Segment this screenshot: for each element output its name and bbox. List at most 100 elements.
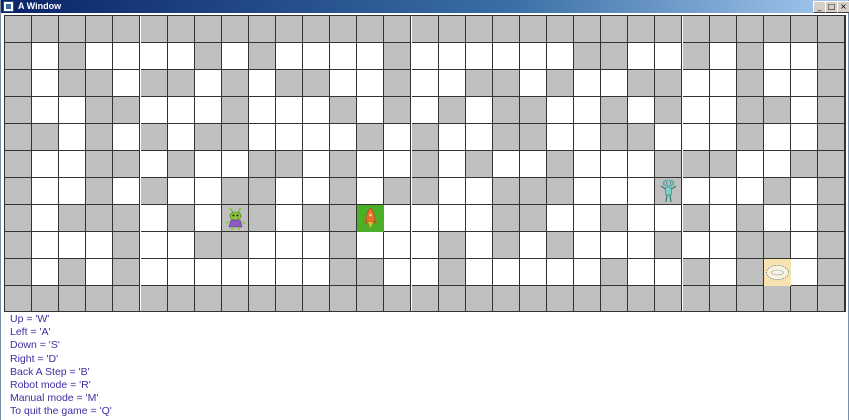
legend-down: Down = 'S': [10, 339, 60, 352]
maze-wall-cell: [492, 124, 520, 151]
maze-floor-cell: [574, 124, 602, 151]
maze-floor-cell: [59, 151, 87, 178]
maze-wall-cell: [438, 97, 466, 124]
maze-board[interactable]: [4, 15, 846, 312]
maze-wall-cell: [167, 151, 195, 178]
maze-floor-cell: [384, 151, 412, 178]
maze-wall-cell: [32, 124, 60, 151]
maze-wall-cell: [330, 151, 358, 178]
maze-wall-cell: [167, 16, 195, 43]
close-button[interactable]: ×: [837, 1, 849, 13]
maze-wall-cell: [276, 286, 304, 311]
maze-floor-cell: [709, 232, 737, 259]
maze-floor-cell: [763, 124, 791, 151]
maze-wall-cell: [167, 286, 195, 311]
maze-floor-cell: [628, 151, 656, 178]
maze-wall-cell: [655, 97, 683, 124]
maze-floor-cell: [790, 124, 818, 151]
maze-wall-cell: [601, 124, 629, 151]
maze-wall-cell: [330, 205, 358, 232]
maze-wall-cell: [140, 178, 168, 205]
maze-floor-cell: [465, 205, 493, 232]
maze-wall-cell: [59, 70, 87, 97]
maze-floor-cell: [276, 232, 304, 259]
maze-wall-cell: [763, 232, 791, 259]
maze-wall-cell: [709, 151, 737, 178]
maze-floor-cell: [113, 70, 141, 97]
maze-floor-cell: [303, 97, 331, 124]
maze-wall-cell: [86, 16, 114, 43]
maze-floor-cell: [574, 70, 602, 97]
maze-floor-cell: [411, 205, 439, 232]
maze-floor-cell: [167, 97, 195, 124]
maze-wall-cell: [5, 43, 33, 70]
maze-floor-cell: [655, 259, 683, 286]
maze-wall-cell: [601, 286, 629, 311]
maze-wall-cell: [682, 151, 710, 178]
maze-wall-cell: [438, 259, 466, 286]
maze-wall-cell: [248, 151, 276, 178]
maze-wall-cell: [818, 151, 845, 178]
maze-wall-cell: [248, 43, 276, 70]
maze-wall-cell: [330, 286, 358, 311]
maze-wall-cell: [221, 178, 249, 205]
maze-wall-cell: [194, 124, 222, 151]
maze-floor-cell: [357, 178, 385, 205]
window-title: A Window: [18, 1, 62, 11]
maze-floor-cell: [465, 124, 493, 151]
maze-floor-cell: [357, 151, 385, 178]
maze-wall-cell: [5, 124, 33, 151]
maze-wall-cell: [574, 16, 602, 43]
maze-wall-cell: [194, 16, 222, 43]
maze-wall-cell: [5, 286, 33, 311]
maze-floor-cell: [384, 232, 412, 259]
maze-wall-cell: [303, 286, 331, 311]
maze-wall-cell: [357, 259, 385, 286]
maze-floor-cell: [140, 259, 168, 286]
maze-wall-cell: [384, 16, 412, 43]
maze-floor-cell: [682, 97, 710, 124]
maze-floor-cell: [167, 43, 195, 70]
maze-wall-cell: [547, 178, 575, 205]
maze-wall-cell: [709, 286, 737, 311]
title-bar[interactable]: A Window _ □ ×: [1, 0, 849, 13]
maze-wall-cell: [655, 70, 683, 97]
maze-wall-cell: [59, 16, 87, 43]
maze-wall-cell: [194, 43, 222, 70]
maze-wall-cell: [330, 232, 358, 259]
maze-wall-cell: [655, 232, 683, 259]
maze-wall-cell: [221, 232, 249, 259]
maze-wall-cell: [574, 286, 602, 311]
maze-wall-cell: [411, 124, 439, 151]
maze-floor-cell: [411, 232, 439, 259]
maze-floor-cell: [384, 124, 412, 151]
maze-floor-cell: [519, 151, 547, 178]
maze-wall-cell: [194, 232, 222, 259]
maze-floor-cell: [709, 259, 737, 286]
maze-floor-cell: [628, 205, 656, 232]
app-window: A Window _ □ × Up = 'W' Left = 'A' Down …: [0, 0, 849, 420]
maze-floor-cell: [221, 259, 249, 286]
maze-wall-cell: [547, 286, 575, 311]
maze-wall-cell: [384, 70, 412, 97]
maze-wall-cell: [140, 286, 168, 311]
maze-wall-cell: [763, 16, 791, 43]
maze-floor-cell: [438, 124, 466, 151]
maze-wall-cell: [736, 259, 764, 286]
maze-floor-cell: [32, 232, 60, 259]
maze-wall-cell: [438, 286, 466, 311]
maze-wall-cell: [59, 205, 87, 232]
rocket-icon: [357, 205, 385, 232]
maze-wall-cell: [465, 286, 493, 311]
maze-floor-cell: [330, 43, 358, 70]
maze-floor-cell: [221, 151, 249, 178]
maze-wall-cell: [140, 124, 168, 151]
maze-wall-cell: [113, 97, 141, 124]
maze-wall-cell: [140, 70, 168, 97]
maze-wall-cell: [601, 259, 629, 286]
maze-floor-cell: [330, 124, 358, 151]
maze-floor-cell: [194, 259, 222, 286]
maze-floor-cell: [682, 124, 710, 151]
maze-floor-cell: [709, 178, 737, 205]
maze-floor-cell: [384, 259, 412, 286]
